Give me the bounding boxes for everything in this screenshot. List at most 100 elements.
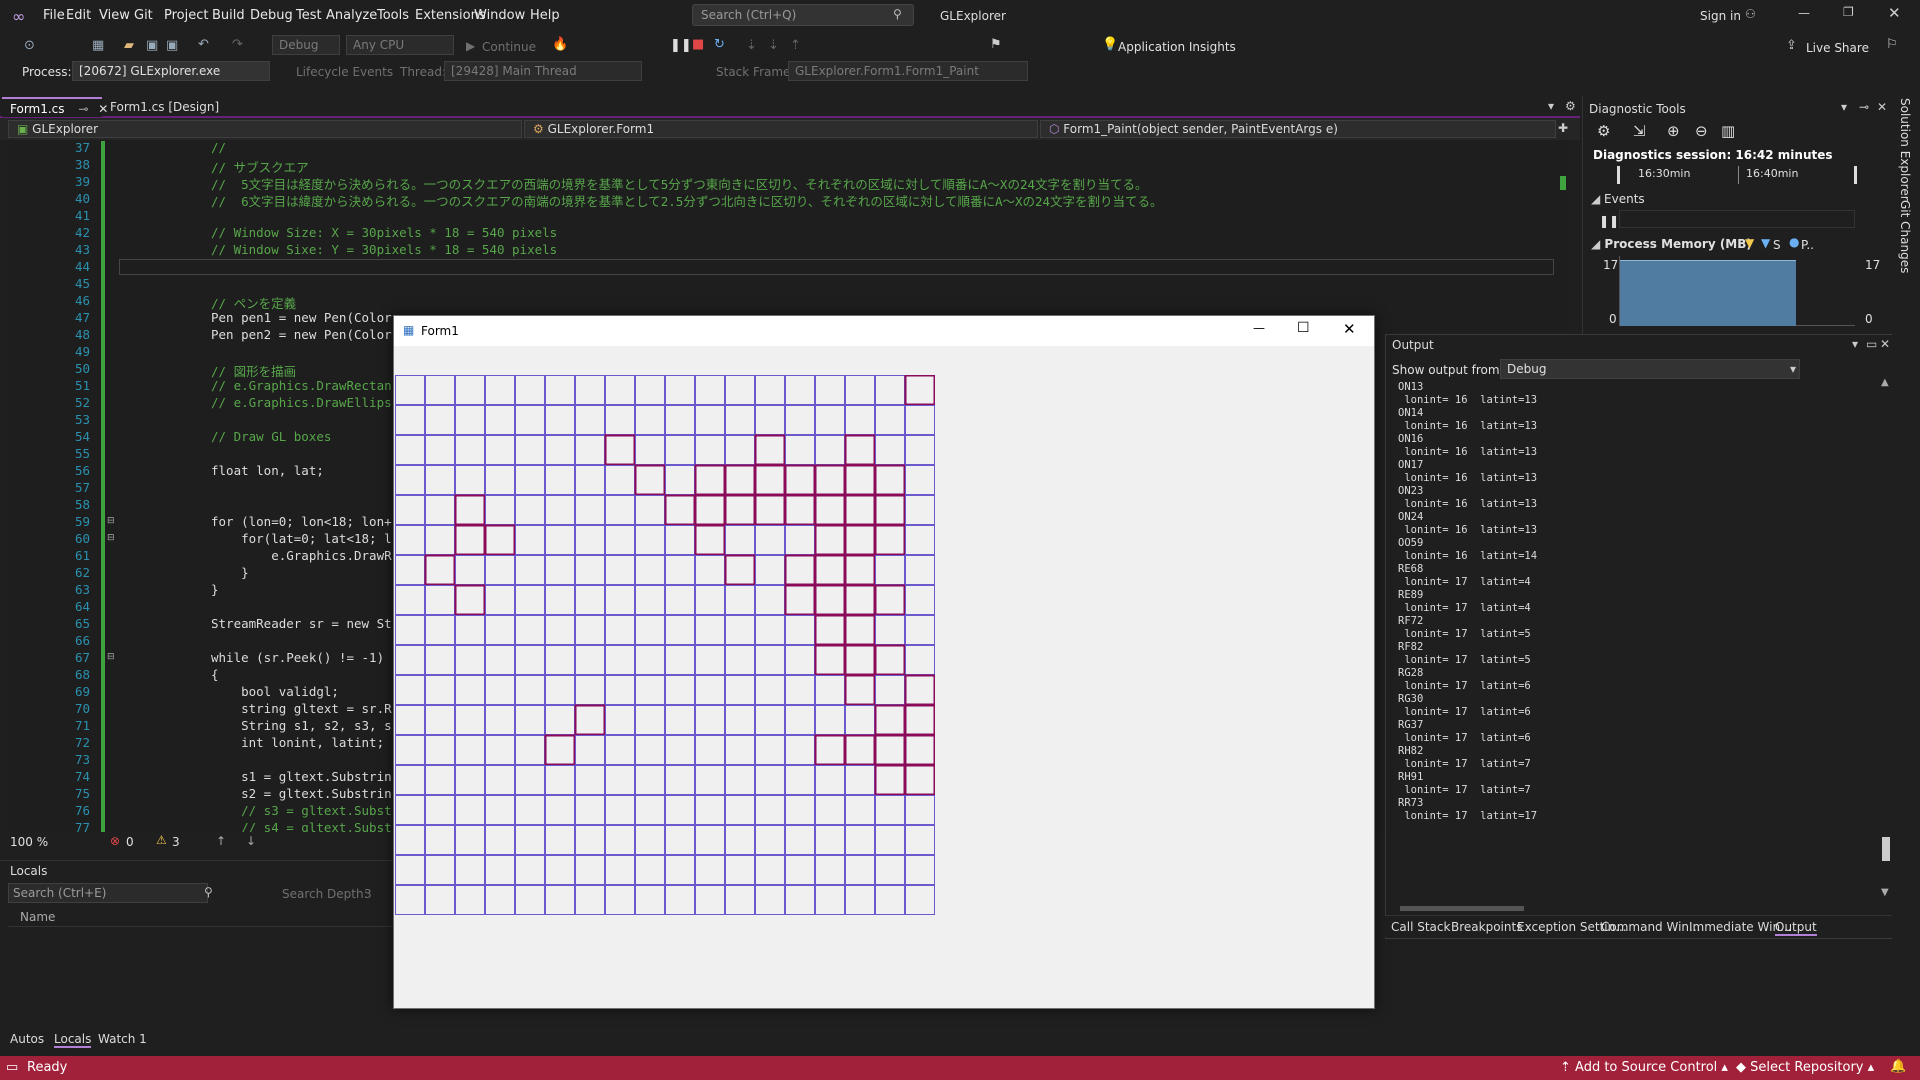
panel-menu-icon[interactable]: ▾ bbox=[1841, 100, 1847, 114]
search-input[interactable]: Search (Ctrl+Q) bbox=[692, 4, 914, 26]
panel-menu-icon[interactable]: ▾ bbox=[1852, 337, 1858, 351]
new-project-icon[interactable]: ▦ bbox=[92, 38, 104, 53]
code-line[interactable]: int lonint, latint; bbox=[211, 735, 384, 750]
account-icon[interactable]: ⚇ bbox=[1745, 7, 1756, 21]
code-line[interactable]: float lon, lat; bbox=[211, 463, 324, 478]
code-line[interactable]: // s4 = gltext.Subst bbox=[211, 820, 392, 832]
tab-output[interactable]: Output bbox=[1775, 920, 1817, 936]
tab-command-win-[interactable]: Command Win... bbox=[1601, 920, 1700, 934]
split-icon[interactable]: ✚ bbox=[1558, 121, 1568, 135]
menu-edit[interactable]: Edit bbox=[66, 8, 91, 23]
app-insights-button[interactable]: Application Insights bbox=[1118, 40, 1236, 54]
tab-locals[interactable]: Locals bbox=[54, 1032, 92, 1048]
member-dropdown[interactable]: ⬡ Form1_Paint(object sender, PaintEventA… bbox=[1040, 120, 1556, 138]
column-name[interactable]: Name bbox=[20, 910, 55, 924]
code-line[interactable]: String s1, s2, s3, s bbox=[211, 718, 392, 733]
pause-icon[interactable]: ❚❚ bbox=[1599, 214, 1619, 228]
source-control-button[interactable]: ⇡ Add to Source Control ▴ bbox=[1560, 1060, 1728, 1075]
scroll-down-icon[interactable]: ▼ bbox=[1881, 887, 1889, 898]
h-scroll-thumb[interactable] bbox=[1400, 906, 1524, 911]
redo-icon[interactable]: ↷ bbox=[232, 37, 243, 52]
fold-toggle-icon[interactable]: ⊟ bbox=[107, 533, 115, 543]
thread-dropdown[interactable]: [29428] Main Thread bbox=[444, 61, 642, 81]
pause-icon[interactable]: ❚❚ bbox=[670, 38, 692, 53]
events-toggle[interactable]: ◢ Events bbox=[1591, 192, 1645, 206]
code-line[interactable]: // 6文字目は緯度から決められる。一つのスクエアの南端の境界を基準として2.5… bbox=[211, 191, 1163, 210]
app-insights-icon[interactable]: 💡 bbox=[1102, 37, 1118, 52]
code-line[interactable]: Pen pen1 = new Pen(Color. bbox=[211, 310, 399, 325]
zoom-out-icon[interactable]: ⊖ bbox=[1695, 122, 1708, 140]
form1-title-bar[interactable]: ▦ Form1 — ☐ ✕ bbox=[394, 316, 1374, 346]
maximize-icon[interactable]: ▭ bbox=[1866, 337, 1877, 351]
class-dropdown[interactable]: ⚙ GLExplorer.Form1 bbox=[524, 120, 1038, 138]
down-arrow-icon[interactable]: ↓ bbox=[246, 834, 256, 848]
pin-icon[interactable]: ⊸ bbox=[78, 102, 88, 116]
select-repository-button[interactable]: ◆ Select Repository ▴ bbox=[1736, 1060, 1874, 1075]
undo-icon[interactable]: ↶ bbox=[198, 37, 209, 52]
close-icon[interactable]: ✕ bbox=[1877, 100, 1887, 114]
menu-analyze[interactable]: Analyze bbox=[326, 8, 377, 23]
save-all-icon[interactable]: ▣ bbox=[166, 38, 178, 53]
close-icon[interactable]: ✕ bbox=[1888, 4, 1901, 22]
menu-debug[interactable]: Debug bbox=[250, 8, 293, 23]
restart-icon[interactable]: ↻ bbox=[714, 37, 725, 52]
tab-list-icon[interactable]: ▾ bbox=[1548, 99, 1554, 113]
code-line[interactable]: e.Graphics.DrawR bbox=[211, 548, 391, 563]
locals-search-input[interactable]: Search (Ctrl+E) bbox=[8, 883, 208, 903]
zoom-level[interactable]: 100 % bbox=[10, 835, 48, 849]
menu-build[interactable]: Build bbox=[212, 8, 245, 23]
code-line[interactable]: // Window Size: X = 30pixels * 18 = 540 … bbox=[211, 225, 557, 240]
minimize-icon[interactable]: — bbox=[1253, 321, 1265, 335]
reset-zoom-icon[interactable]: ▥ bbox=[1721, 122, 1735, 140]
code-line[interactable]: StreamReader sr = new St bbox=[211, 616, 392, 631]
live-share-icon[interactable]: ⇪ bbox=[1786, 38, 1797, 53]
code-line[interactable]: s1 = gltext.Substrin bbox=[211, 769, 392, 784]
stack-frame-dropdown[interactable]: GLExplorer.Form1.Form1_Paint bbox=[788, 61, 1028, 81]
settings-icon[interactable]: ⚙ bbox=[1565, 99, 1576, 113]
code-line[interactable]: bool validgl; bbox=[211, 684, 339, 699]
code-line[interactable]: } bbox=[211, 565, 249, 580]
output-source-dropdown[interactable]: Debug bbox=[1500, 359, 1800, 379]
feedback-icon[interactable]: ⚐ bbox=[1886, 37, 1898, 52]
scroll-thumb[interactable] bbox=[1560, 176, 1566, 190]
memory-graph[interactable] bbox=[1619, 256, 1855, 326]
fold-toggle-icon[interactable]: ⊟ bbox=[107, 516, 115, 526]
code-line[interactable]: string gltext = sr.R bbox=[211, 701, 392, 716]
code-line[interactable]: // e.Graphics.DrawRectan bbox=[211, 378, 392, 393]
up-arrow-icon[interactable]: ↑ bbox=[216, 834, 226, 848]
search-icon[interactable]: ⚲ bbox=[204, 885, 213, 899]
maximize-icon[interactable]: ☐ bbox=[1297, 320, 1310, 336]
menu-tools[interactable]: Tools bbox=[377, 8, 409, 23]
tab-watch-1[interactable]: Watch 1 bbox=[98, 1032, 147, 1046]
step-over-icon[interactable]: ⇣ bbox=[746, 38, 757, 53]
menu-git[interactable]: Git bbox=[134, 8, 153, 23]
open-icon[interactable]: ▰ bbox=[124, 38, 134, 53]
menu-project[interactable]: Project bbox=[164, 8, 208, 23]
code-line[interactable]: Pen pen2 = new Pen(Color. bbox=[211, 327, 399, 342]
output-text[interactable]: ON13 lonint= 16 latint=13 ON14 lonint= 1… bbox=[1398, 381, 1537, 823]
back-icon[interactable]: ⊙ bbox=[24, 38, 35, 53]
code-line[interactable]: // bbox=[211, 140, 226, 155]
output-vscrollbar[interactable]: ▲ ▼ bbox=[1880, 377, 1892, 901]
zoom-in-icon[interactable]: ⊕ bbox=[1667, 122, 1680, 140]
side-tab-git-changes[interactable]: Git Changes bbox=[1898, 200, 1912, 273]
platform-dropdown[interactable]: Any CPU bbox=[346, 35, 454, 55]
code-line[interactable]: // s3 = gltext.Subst bbox=[211, 803, 392, 818]
step-into-icon[interactable]: ⇣ bbox=[768, 38, 779, 53]
menu-test[interactable]: Test bbox=[296, 8, 322, 23]
output-hscrollbar[interactable] bbox=[1390, 903, 1878, 913]
continue-button[interactable]: Continue bbox=[482, 40, 536, 54]
live-share-button[interactable]: Live Share bbox=[1806, 41, 1869, 55]
process-dropdown[interactable]: [20672] GLExplorer.exe bbox=[72, 61, 270, 81]
export-icon[interactable]: ⇲ bbox=[1633, 122, 1646, 140]
settings-icon[interactable]: ⚙ bbox=[1597, 122, 1610, 140]
tab-form1-cs[interactable]: Form1.cs ⊸ ✕ bbox=[2, 97, 108, 117]
code-line[interactable]: // Window Sixe: Y = 30pixels * 18 = 540 … bbox=[211, 242, 557, 257]
bookmark-icon[interactable]: ⚑ bbox=[990, 37, 1002, 52]
code-line[interactable]: { bbox=[211, 667, 219, 682]
process-memory-toggle[interactable]: ◢ Process Memory (MB) bbox=[1591, 237, 1752, 251]
code-line[interactable]: } bbox=[211, 582, 219, 597]
tab-autos[interactable]: Autos bbox=[10, 1032, 44, 1046]
restore-icon[interactable]: ❐ bbox=[1843, 5, 1854, 19]
code-line[interactable]: // e.Graphics.DrawEllips bbox=[211, 395, 392, 410]
